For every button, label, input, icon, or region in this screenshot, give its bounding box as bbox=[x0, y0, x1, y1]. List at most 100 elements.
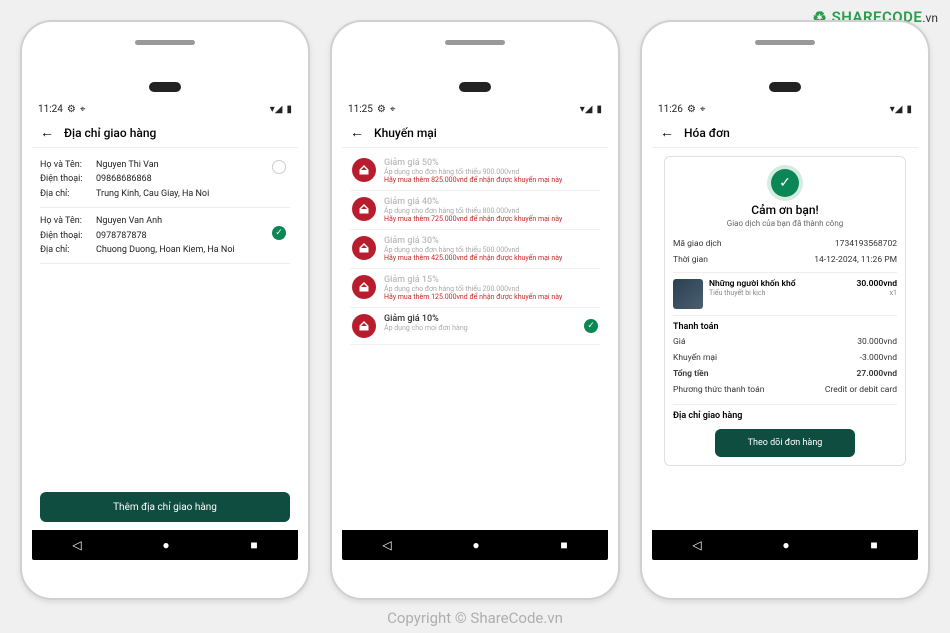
promo-item-4[interactable]: Giảm giá 10% Áp dụng cho mọi đơn hàng ✓ bbox=[350, 308, 600, 345]
wifi-icon: ▾◢ bbox=[270, 104, 283, 115]
value: Chuong Duong, Hoan Kiem, Ha Noi bbox=[96, 243, 290, 257]
page-title: Hóa đơn bbox=[684, 126, 730, 140]
nav-home-icon[interactable]: ● bbox=[162, 538, 169, 552]
android-nav-bar: ◁ ● ■ bbox=[342, 530, 608, 560]
nav-recent-icon[interactable]: ■ bbox=[560, 538, 567, 552]
promo-title: Giảm giá 40% bbox=[384, 197, 598, 207]
status-time: 11:26 bbox=[658, 104, 683, 115]
tag-icon bbox=[352, 197, 376, 221]
nav-back-icon[interactable]: ◁ bbox=[692, 538, 701, 552]
invoice-line-item: Những người khốn khổ Tiểu thuyết bi kịch… bbox=[673, 272, 897, 316]
back-button[interactable]: ← bbox=[40, 124, 54, 141]
invoice-row: Thời gian14-12-2024, 11:26 PM bbox=[673, 252, 897, 268]
promo-item-3: Giảm giá 15% Áp dụng cho đơn hàng tối th… bbox=[350, 269, 600, 308]
label: Điện thoại: bbox=[40, 229, 96, 243]
promo-item-2: Giảm giá 30% Áp dụng cho đơn hàng tối th… bbox=[350, 230, 600, 269]
item-subtitle: Tiểu thuyết bi kịch bbox=[709, 289, 851, 297]
location-icon: ⌖ bbox=[390, 104, 396, 115]
item-title: Những người khốn khổ bbox=[709, 279, 851, 289]
promo-subtitle: Áp dụng cho mọi đơn hàng bbox=[384, 324, 576, 332]
promo-subtitle: Áp dụng cho đơn hàng tối thiểu 200.000vn… bbox=[384, 285, 598, 293]
promo-warning: Hãy mua thêm 825.000vnd để nhận được khu… bbox=[384, 176, 598, 184]
value: Trung Kinh, Cau Giay, Ha Noi bbox=[96, 187, 290, 201]
value: Nguyen Van Anh bbox=[96, 214, 290, 228]
value: Nguyen Thi Van bbox=[96, 158, 290, 172]
phone-mockup-invoice: 11:26 ⚙ ⌖ ▾◢ ▮ ← Hóa đơn ✓ Cảm ơn bạn! G… bbox=[640, 20, 930, 600]
label: Họ và Tên: bbox=[40, 158, 96, 172]
payment-section-title: Thanh toán bbox=[673, 322, 897, 332]
promo-warning: Hãy mua thêm 125.000vnd để nhận được khu… bbox=[384, 293, 598, 301]
payment-row: Khuyến mại-3.000vnd bbox=[673, 350, 897, 366]
nav-home-icon[interactable]: ● bbox=[782, 538, 789, 552]
promo-warning: Hãy mua thêm 425.000vnd để nhận được khu… bbox=[384, 254, 598, 262]
back-button[interactable]: ← bbox=[350, 124, 364, 141]
nav-recent-icon[interactable]: ■ bbox=[870, 538, 877, 552]
gear-icon: ⚙ bbox=[687, 104, 696, 115]
promo-title: Giảm giá 30% bbox=[384, 236, 598, 246]
radio-unselected-icon[interactable] bbox=[272, 160, 286, 174]
status-bar: 11:24 ⚙ ⌖ ▾◢ ▮ bbox=[32, 100, 298, 118]
tag-icon bbox=[352, 236, 376, 260]
status-time: 11:25 bbox=[348, 104, 373, 115]
value: 09868686868 bbox=[96, 172, 290, 186]
phone-mockup-promo: 11:25 ⚙ ⌖ ▾◢ ▮ ← Khuyến mại Giảm giá 50%… bbox=[330, 20, 620, 600]
gear-icon: ⚙ bbox=[67, 104, 76, 115]
page-title: Địa chỉ giao hàng bbox=[64, 126, 156, 140]
back-button[interactable]: ← bbox=[660, 124, 674, 141]
book-thumbnail bbox=[673, 279, 703, 309]
nav-home-icon[interactable]: ● bbox=[472, 538, 479, 552]
payment-row: Giá30.000vnd bbox=[673, 334, 897, 350]
gear-icon: ⚙ bbox=[377, 104, 386, 115]
nav-back-icon[interactable]: ◁ bbox=[72, 538, 81, 552]
tag-icon bbox=[352, 314, 376, 338]
promo-title: Giảm giá 15% bbox=[384, 275, 598, 285]
tag-icon bbox=[352, 158, 376, 182]
nav-recent-icon[interactable]: ■ bbox=[250, 538, 257, 552]
phone-mockup-address: 11:24 ⚙ ⌖ ▾◢ ▮ ← Địa chỉ giao hàng Họ và… bbox=[20, 20, 310, 600]
label: Địa chỉ: bbox=[40, 187, 96, 201]
tag-icon bbox=[352, 275, 376, 299]
label: Họ và Tên: bbox=[40, 214, 96, 228]
item-price: 30.000vnd bbox=[857, 279, 898, 289]
shipping-section-title: Địa chỉ giao hàng bbox=[673, 404, 897, 421]
wifi-icon: ▾◢ bbox=[890, 104, 903, 115]
promo-warning: Hãy mua thêm 725.000vnd để nhận được khu… bbox=[384, 215, 598, 223]
status-bar: 11:26 ⚙ ⌖ ▾◢ ▮ bbox=[652, 100, 918, 118]
promo-title: Giảm giá 10% bbox=[384, 314, 576, 324]
item-qty: x1 bbox=[857, 289, 898, 297]
app-bar: ← Khuyến mại bbox=[342, 118, 608, 148]
app-bar: ← Hóa đơn bbox=[652, 118, 918, 148]
thank-title: Cảm ơn bạn! bbox=[673, 203, 897, 217]
thank-subtitle: Giao dịch của bạn đã thành công bbox=[673, 219, 897, 228]
promo-title: Giảm giá 50% bbox=[384, 158, 598, 168]
app-bar: ← Địa chỉ giao hàng bbox=[32, 118, 298, 148]
battery-icon: ▮ bbox=[286, 104, 292, 115]
promo-subtitle: Áp dụng cho đơn hàng tối thiểu 900.000vn… bbox=[384, 168, 598, 176]
promo-subtitle: Áp dụng cho đơn hàng tối thiểu 500.000vn… bbox=[384, 246, 598, 254]
address-item-0[interactable]: Họ và Tên:Nguyen Thi Van Điện thoại:0986… bbox=[40, 152, 290, 208]
value: 0978787878 bbox=[96, 229, 290, 243]
location-icon: ⌖ bbox=[700, 104, 706, 115]
promo-item-1: Giảm giá 40% Áp dụng cho đơn hàng tối th… bbox=[350, 191, 600, 230]
battery-icon: ▮ bbox=[906, 104, 912, 115]
battery-icon: ▮ bbox=[596, 104, 602, 115]
nav-back-icon[interactable]: ◁ bbox=[382, 538, 391, 552]
wifi-icon: ▾◢ bbox=[580, 104, 593, 115]
success-check-icon: ✓ bbox=[771, 169, 799, 197]
payment-row: Phương thức thanh toánCredit or debit ca… bbox=[673, 382, 897, 398]
location-icon: ⌖ bbox=[80, 104, 86, 115]
promo-item-0: Giảm giá 50% Áp dụng cho đơn hàng tối th… bbox=[350, 152, 600, 191]
promo-subtitle: Áp dụng cho đơn hàng tối thiểu 800.000vn… bbox=[384, 207, 598, 215]
android-nav-bar: ◁ ● ■ bbox=[32, 530, 298, 560]
add-address-button[interactable]: Thêm địa chỉ giao hàng bbox=[40, 492, 290, 522]
label: Địa chỉ: bbox=[40, 243, 96, 257]
watermark-copyright: Copyright © ShareCode.vn bbox=[387, 609, 563, 627]
invoice-card: ✓ Cảm ơn bạn! Giao dịch của bạn đã thành… bbox=[664, 156, 906, 466]
status-time: 11:24 bbox=[38, 104, 63, 115]
android-nav-bar: ◁ ● ■ bbox=[652, 530, 918, 560]
page-title: Khuyến mại bbox=[374, 126, 437, 140]
address-item-1[interactable]: Họ và Tên:Nguyen Van Anh Điện thoại:0978… bbox=[40, 208, 290, 264]
track-order-button[interactable]: Theo dõi đơn hàng bbox=[715, 429, 855, 457]
invoice-row: Mã giao dịch1734193568702 bbox=[673, 236, 897, 252]
label: Điện thoại: bbox=[40, 172, 96, 186]
